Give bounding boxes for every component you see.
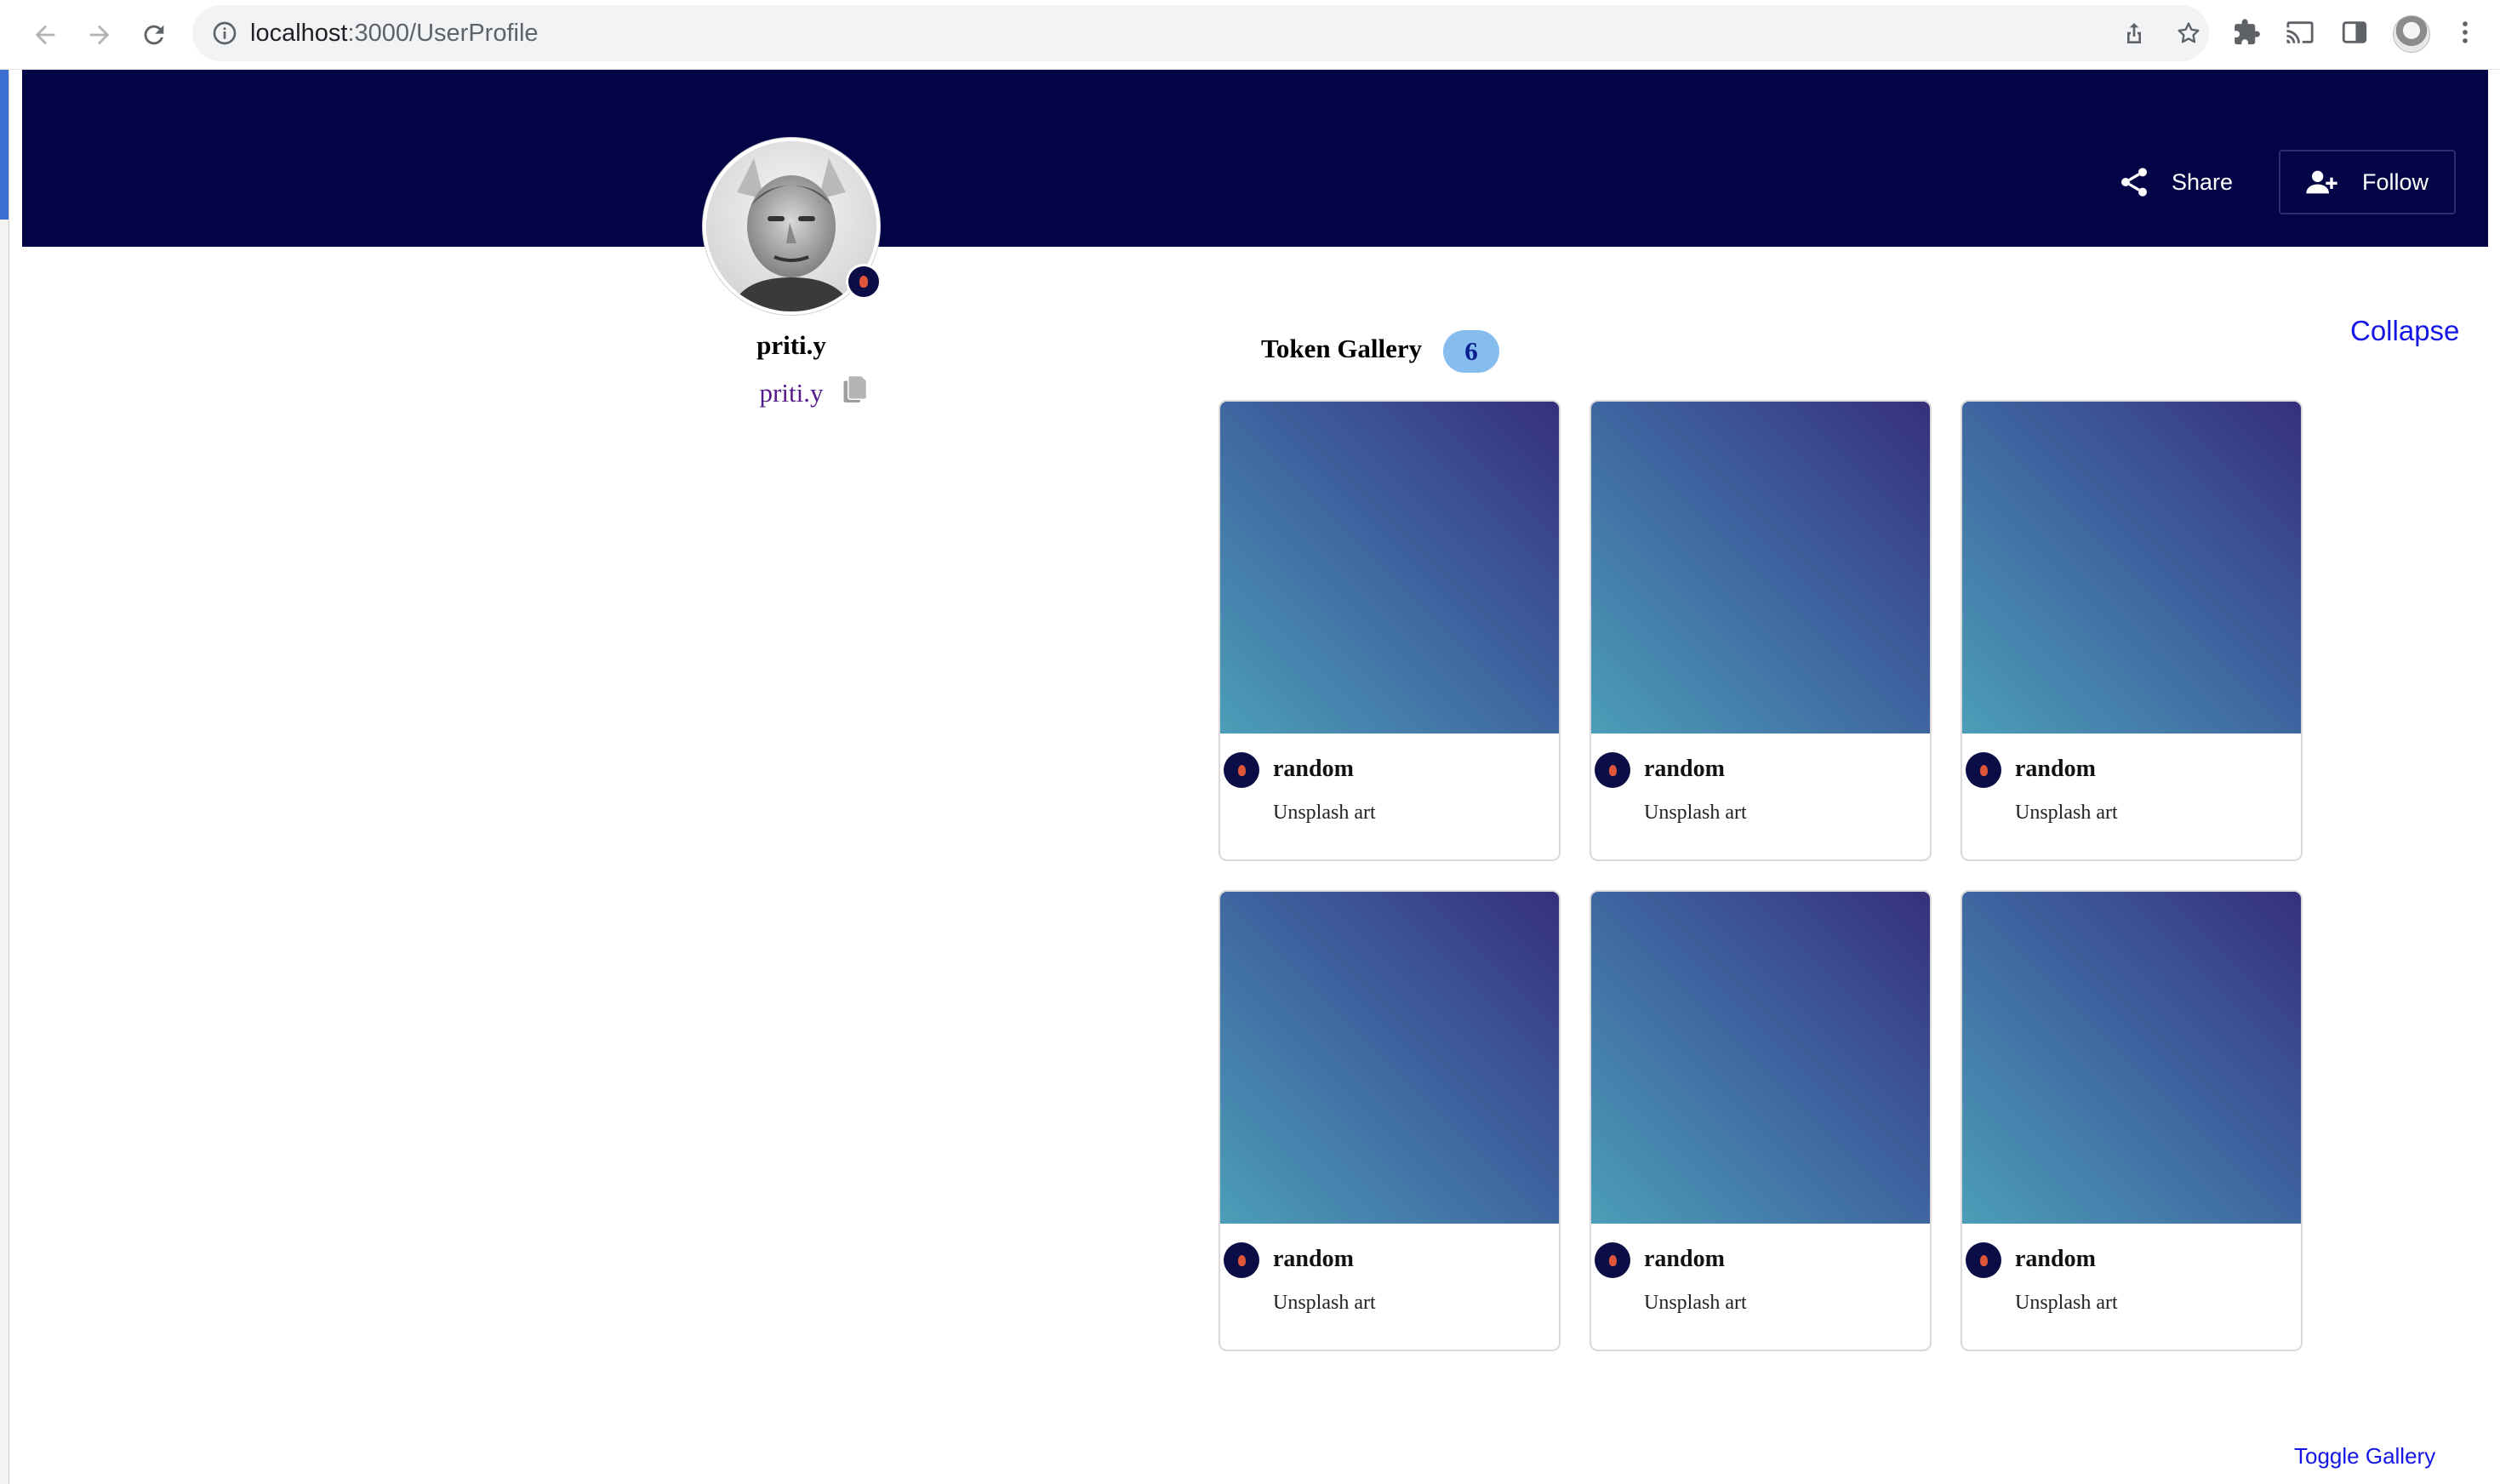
- user-handle-link[interactable]: priti.y: [723, 378, 859, 408]
- side-panel-icon: [2342, 21, 2367, 43]
- verified-badge-icon: [846, 264, 882, 300]
- share-icon: [2121, 168, 2147, 197]
- token-name: random: [1644, 756, 1725, 782]
- side-panel-button[interactable]: [2338, 16, 2371, 49]
- creator-logo-icon: [1966, 1242, 2001, 1278]
- token-subtitle: Unsplash art: [1273, 802, 1376, 824]
- token-image: [1220, 402, 1559, 733]
- share-label: Share: [2172, 168, 2234, 195]
- extensions-button[interactable]: [2231, 16, 2263, 49]
- url-path: :3000/UserProfile: [347, 20, 539, 47]
- token-subtitle: Unsplash art: [1644, 1292, 1747, 1314]
- token-card[interactable]: random Unsplash art: [1590, 400, 1932, 861]
- window-edge-accent: [0, 70, 9, 220]
- token-image: [1591, 402, 1930, 733]
- creator-logo-icon: [1224, 752, 1259, 788]
- token-card[interactable]: random Unsplash art: [1961, 400, 2303, 861]
- bookmark-star-icon[interactable]: [2175, 20, 2202, 47]
- arrow-right-icon: [89, 25, 110, 45]
- window-edge: [0, 70, 9, 1484]
- username: priti.y: [756, 330, 826, 360]
- profile-banner: [22, 70, 2488, 247]
- info-icon[interactable]: [211, 20, 238, 47]
- follow-label: Follow: [2361, 168, 2429, 195]
- token-name: random: [2015, 756, 2096, 782]
- browser-menu-button[interactable]: [2449, 16, 2481, 49]
- toggle-gallery-link[interactable]: Toggle Gallery: [2294, 1443, 2435, 1470]
- gallery-count-badge: 6: [1443, 330, 1499, 373]
- cast-button[interactable]: [2284, 16, 2316, 49]
- token-image: [1220, 892, 1559, 1224]
- token-name: random: [1644, 1246, 1725, 1272]
- token-subtitle: Unsplash art: [2015, 1292, 2118, 1314]
- url-text[interactable]: localhost:3000/UserProfile: [250, 17, 539, 49]
- more-vertical-icon: [2463, 21, 2468, 43]
- url-host: localhost: [250, 20, 348, 47]
- creator-logo-icon: [1224, 1242, 1259, 1278]
- token-name: random: [1273, 756, 1354, 782]
- token-card[interactable]: random Unsplash art: [1219, 890, 1561, 1351]
- copy-icon[interactable]: [842, 374, 868, 405]
- gallery-title: Token Gallery: [1261, 334, 1423, 363]
- token-card[interactable]: random Unsplash art: [1961, 890, 2303, 1351]
- arrow-left-icon: [35, 25, 55, 45]
- token-name: random: [1273, 1246, 1354, 1272]
- add-user-icon: [2306, 170, 2337, 194]
- browser-toolbar: localhost:3000/UserProfile: [0, 0, 2500, 70]
- reload-button[interactable]: [134, 15, 174, 54]
- share-button[interactable]: Share: [2117, 160, 2233, 204]
- creator-logo-icon: [1595, 752, 1630, 788]
- token-image: [1591, 892, 1930, 1224]
- reload-icon: [144, 25, 164, 45]
- creator-logo-icon: [1595, 1242, 1630, 1278]
- back-button[interactable]: [26, 15, 65, 54]
- token-card[interactable]: random Unsplash art: [1590, 890, 1932, 1351]
- token-name: random: [2015, 1246, 2096, 1272]
- token-card[interactable]: random Unsplash art: [1219, 400, 1561, 861]
- token-subtitle: Unsplash art: [1644, 802, 1747, 824]
- puzzle-icon: [2235, 19, 2260, 45]
- address-bar[interactable]: localhost:3000/UserProfile: [192, 5, 2209, 61]
- browser-profile-avatar[interactable]: [2393, 15, 2430, 53]
- follow-button[interactable]: Follow: [2279, 150, 2456, 214]
- token-image: [1962, 892, 2301, 1224]
- collapse-link[interactable]: Collapse: [2350, 315, 2459, 347]
- token-subtitle: Unsplash art: [1273, 1292, 1376, 1314]
- forward-button[interactable]: [80, 15, 119, 54]
- cast-icon: [2286, 21, 2314, 43]
- token-subtitle: Unsplash art: [2015, 802, 2118, 824]
- creator-logo-icon: [1966, 752, 2001, 788]
- token-image: [1962, 402, 2301, 733]
- share-page-icon[interactable]: [2120, 20, 2148, 47]
